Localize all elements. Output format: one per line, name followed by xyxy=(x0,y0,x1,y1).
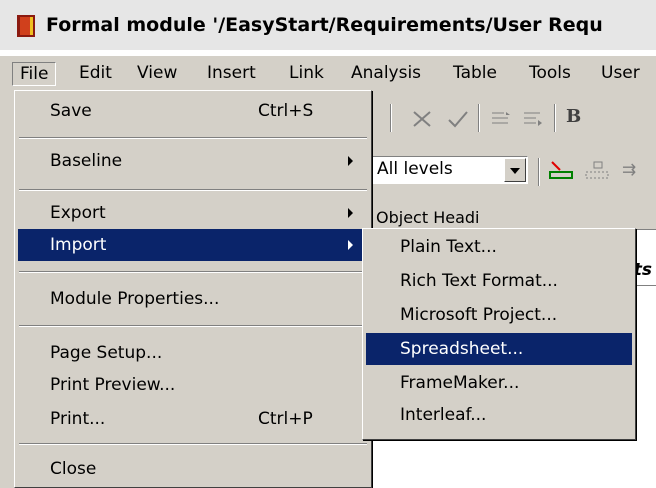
grid-header-label: Object Headi xyxy=(376,208,480,227)
levels-select-value: All levels xyxy=(377,159,453,179)
edit-toolbar: B xyxy=(360,100,656,136)
indent-right-icon[interactable] xyxy=(522,110,544,128)
menu-item-label: Export xyxy=(50,203,106,223)
grid-column-header[interactable]: Object Headi xyxy=(372,206,656,230)
menu-item-label: Print... xyxy=(50,409,106,429)
menu-item-label: Microsoft Project... xyxy=(400,305,558,325)
menu-item-label: Module Properties... xyxy=(50,289,220,309)
menu-separator xyxy=(19,325,367,327)
indent-left-icon[interactable] xyxy=(490,110,512,128)
menu-item-label: Page Setup... xyxy=(50,343,163,363)
link-source-icon[interactable] xyxy=(584,160,612,182)
menu-item-label: Baseline xyxy=(50,151,123,171)
menu-item-page-setup[interactable]: Page Setup... xyxy=(18,337,368,369)
menu-item-label: Close xyxy=(50,459,97,479)
menu-item-label: Print Preview... xyxy=(50,375,176,395)
bold-icon[interactable]: B xyxy=(566,106,581,127)
toolbar-separator xyxy=(538,158,540,186)
menu-user[interactable]: User xyxy=(594,62,647,86)
menu-item-close[interactable]: Close xyxy=(18,453,368,485)
menu-item-label: Import xyxy=(50,235,107,255)
menu-bar: File Edit View Insert Link Analysis Tabl… xyxy=(0,56,656,92)
menu-table[interactable]: Table xyxy=(446,62,504,86)
title-bar: Formal module '/EasyStart/Requirements/U… xyxy=(0,0,656,50)
grid-cell-text: ts xyxy=(633,260,652,280)
menu-item-import[interactable]: Import xyxy=(18,229,368,261)
menu-item-shortcut: Ctrl+S xyxy=(258,101,314,121)
menu-separator xyxy=(19,443,367,445)
menu-item-label: Save xyxy=(50,101,92,121)
submenu-arrow-icon xyxy=(348,156,353,166)
submenu-arrow-icon xyxy=(348,240,353,250)
import-submenu: Plain Text... Rich Text Format... Micros… xyxy=(362,228,636,440)
submenu-item-plain-text[interactable]: Plain Text... xyxy=(366,231,632,263)
submenu-item-rich-text-format[interactable]: Rich Text Format... xyxy=(366,265,632,297)
menu-item-baseline[interactable]: Baseline xyxy=(18,145,368,177)
menu-item-save[interactable]: Save Ctrl+S xyxy=(18,95,368,127)
menu-item-label: Spreadsheet... xyxy=(400,339,524,359)
menu-item-shortcut: Ctrl+P xyxy=(258,409,313,429)
menu-item-print[interactable]: Print... Ctrl+P xyxy=(18,403,368,435)
toolbar-separator xyxy=(478,104,480,132)
submenu-item-spreadsheet[interactable]: Spreadsheet... xyxy=(366,333,632,365)
menu-link[interactable]: Link xyxy=(282,62,331,86)
menu-item-module-properties[interactable]: Module Properties... xyxy=(18,283,368,315)
doors-app-icon xyxy=(17,15,35,37)
link-toolbar-icon[interactable] xyxy=(548,160,576,182)
menu-separator xyxy=(19,271,367,273)
menu-edit[interactable]: Edit xyxy=(72,62,119,86)
toolbar-separator xyxy=(554,104,556,132)
link-target-icon[interactable]: ⇉ xyxy=(622,160,636,180)
submenu-arrow-icon xyxy=(348,208,353,218)
menu-item-label: Plain Text... xyxy=(400,237,497,257)
menu-file[interactable]: File xyxy=(12,62,57,86)
levels-select[interactable]: All levels xyxy=(372,156,528,184)
menu-item-export[interactable]: Export xyxy=(18,197,368,229)
submenu-item-microsoft-project[interactable]: Microsoft Project... xyxy=(366,299,632,331)
submenu-item-framemaker[interactable]: FrameMaker... xyxy=(366,367,632,399)
menu-item-label: FrameMaker... xyxy=(400,373,520,393)
menu-separator xyxy=(19,189,367,191)
toolbar-separator xyxy=(390,104,392,132)
menu-item-label: Rich Text Format... xyxy=(400,271,558,291)
window-title: Formal module '/EasyStart/Requirements/U… xyxy=(46,14,603,36)
check-icon[interactable] xyxy=(446,108,470,130)
menu-item-label: Interleaf... xyxy=(400,405,487,425)
menu-view[interactable]: View xyxy=(130,62,184,86)
file-menu: Save Ctrl+S Baseline Export Import Modul… xyxy=(14,90,372,488)
submenu-item-interleaf[interactable]: Interleaf... xyxy=(366,399,632,431)
menu-insert[interactable]: Insert xyxy=(200,62,263,86)
menu-item-print-preview[interactable]: Print Preview... xyxy=(18,369,368,401)
menu-separator xyxy=(19,137,367,139)
cut-icon[interactable] xyxy=(410,108,434,130)
chevron-down-icon[interactable] xyxy=(504,158,526,182)
menu-analysis[interactable]: Analysis xyxy=(344,62,428,86)
menu-tools[interactable]: Tools xyxy=(522,62,578,86)
